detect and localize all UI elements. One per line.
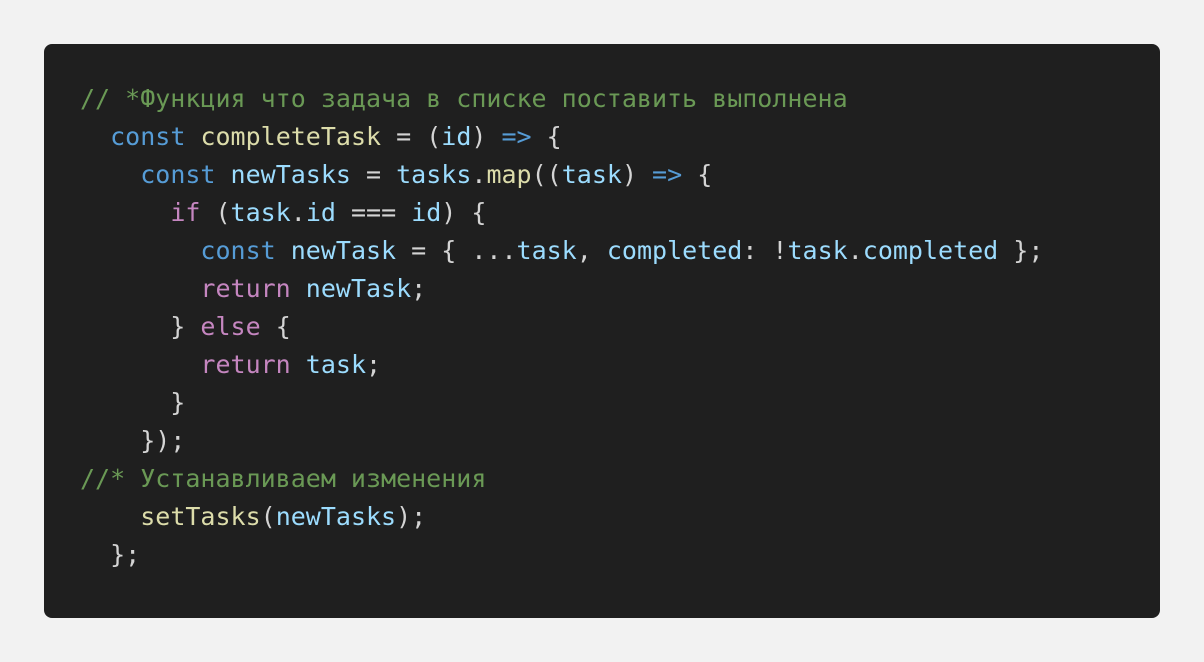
code-token: return bbox=[200, 274, 291, 303]
code-token: return bbox=[200, 350, 291, 379]
code-token: (( bbox=[531, 160, 562, 189]
code-token: id bbox=[411, 198, 442, 227]
code-line: } bbox=[80, 384, 1043, 422]
code-token: const bbox=[110, 122, 186, 151]
code-token: } bbox=[80, 388, 186, 417]
code-token: id bbox=[305, 198, 336, 227]
code-line: const completeTask = (id) => { bbox=[80, 118, 1043, 156]
code-token: if bbox=[170, 198, 201, 227]
code-line: return task; bbox=[80, 346, 1043, 384]
code-token: ) bbox=[471, 122, 502, 151]
code-token: = bbox=[350, 160, 397, 189]
code-line: if (task.id === id) { bbox=[80, 194, 1043, 232]
code-token: ( bbox=[200, 198, 231, 227]
code-line: const newTask = { ...task, completed: !t… bbox=[80, 232, 1043, 270]
code-token: === bbox=[335, 198, 412, 227]
code-token: }); bbox=[80, 426, 186, 455]
code-line: return newTask; bbox=[80, 270, 1043, 308]
code-token: tasks bbox=[396, 160, 472, 189]
code-token: newTasks bbox=[230, 160, 351, 189]
code-comment: //* Устанавливаем изменения bbox=[80, 464, 487, 493]
code-line: }; bbox=[80, 536, 1043, 574]
code-token: => bbox=[501, 122, 532, 151]
code-token: const bbox=[140, 160, 216, 189]
code-token: = ( bbox=[381, 122, 442, 151]
code-token: { bbox=[682, 160, 713, 189]
code-token: task bbox=[561, 160, 622, 189]
code-token: { bbox=[260, 312, 291, 341]
code-token: => bbox=[652, 160, 683, 189]
code-snippet-card: // *Функция что задача в списке поставит… bbox=[44, 44, 1160, 618]
code-token: . bbox=[290, 198, 306, 227]
code-token: { bbox=[531, 122, 562, 151]
code-token: : ! bbox=[742, 236, 788, 265]
code-token: id bbox=[441, 122, 472, 151]
code-token: newTask bbox=[290, 236, 397, 265]
code-line: } else { bbox=[80, 308, 1043, 346]
code-comment: // *Функция что задача в списке поставит… bbox=[80, 84, 848, 113]
code-token: newTasks bbox=[275, 502, 397, 531]
code-token: completed bbox=[862, 236, 999, 265]
code-token: completeTask bbox=[200, 122, 382, 151]
code-block: // *Функция что задача в списке поставит… bbox=[80, 80, 1043, 574]
code-token: task bbox=[230, 198, 291, 227]
code-line: const newTasks = tasks.map((task) => { bbox=[80, 156, 1043, 194]
code-token: completed bbox=[606, 236, 743, 265]
code-token: } bbox=[80, 312, 201, 341]
code-token: ) bbox=[621, 160, 653, 189]
code-line: // *Функция что задача в списке поставит… bbox=[80, 80, 1043, 118]
code-token: task bbox=[305, 350, 367, 379]
code-line: setTasks(newTasks); bbox=[80, 498, 1043, 536]
code-token: task bbox=[787, 236, 848, 265]
code-line: //* Устанавливаем изменения bbox=[80, 460, 1043, 498]
code-token: ( bbox=[260, 502, 276, 531]
code-token: }; bbox=[998, 236, 1044, 265]
code-token: newTask bbox=[305, 274, 412, 303]
code-token: else bbox=[200, 312, 261, 341]
code-token: map bbox=[486, 160, 532, 189]
code-token: ); bbox=[396, 502, 427, 531]
code-token: = { ... bbox=[396, 236, 517, 265]
code-token: . bbox=[847, 236, 863, 265]
code-token: setTasks bbox=[140, 502, 261, 531]
code-token: , bbox=[576, 236, 607, 265]
code-token: const bbox=[200, 236, 276, 265]
code-token: ; bbox=[366, 350, 382, 379]
code-token: ) { bbox=[441, 198, 487, 227]
code-line: }); bbox=[80, 422, 1043, 460]
code-token: ; bbox=[411, 274, 427, 303]
code-token: }; bbox=[80, 540, 141, 569]
code-token: task bbox=[516, 236, 577, 265]
code-token: . bbox=[471, 160, 487, 189]
